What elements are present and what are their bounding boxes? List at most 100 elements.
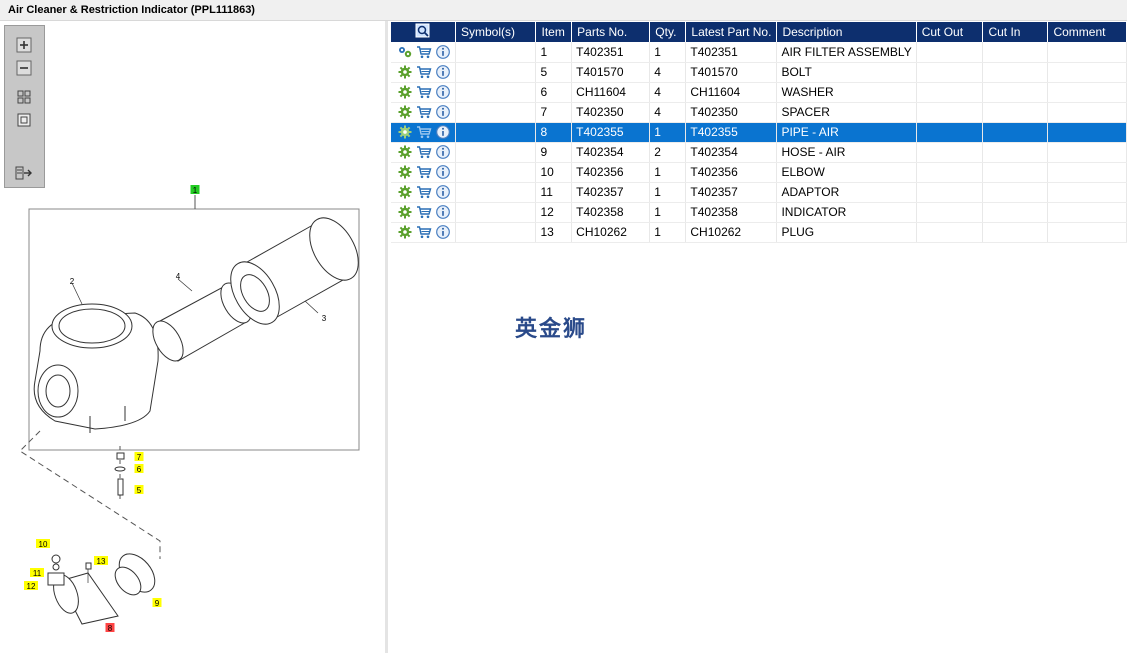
assembly-gear-icon[interactable] (397, 44, 413, 60)
parts-table-row[interactable]: 10 T402356 1 T402356 ELBOW (391, 162, 1127, 183)
cell-cut-in (982, 182, 1049, 203)
cell-description: ELBOW (776, 162, 917, 183)
parts-table-row[interactable]: 5 T401570 4 T401570 BOLT (391, 62, 1127, 83)
parts-table-row[interactable]: 9 T402354 2 T402354 HOSE - AIR (391, 142, 1127, 163)
zoom-in-icon[interactable] (14, 36, 34, 54)
callout-1[interactable]: 1 (190, 185, 200, 195)
cell-item: 11 (535, 182, 573, 203)
add-to-cart-icon[interactable] (416, 124, 432, 140)
info-icon[interactable] (435, 84, 451, 100)
parts-table-row[interactable]: 7 T402350 4 T402350 SPACER (391, 102, 1127, 123)
callout-6[interactable]: 6 (134, 464, 144, 474)
add-to-cart-icon[interactable] (416, 184, 432, 200)
gear-icon[interactable] (397, 124, 413, 140)
callout-13[interactable]: 13 (94, 556, 108, 566)
callout-10[interactable]: 10 (36, 539, 50, 549)
parts-table-row[interactable]: 12 T402358 1 T402358 INDICATOR (391, 202, 1127, 223)
info-icon[interactable] (435, 144, 451, 160)
exploded-parts-drawing[interactable]: 12345678910111213 (0, 21, 385, 653)
info-icon[interactable] (435, 124, 451, 140)
gear-icon[interactable] (397, 184, 413, 200)
parts-table-row[interactable]: 1 T402351 1 T402351 AIR FILTER ASSEMBLY (391, 42, 1127, 63)
callout-12[interactable]: 12 (24, 581, 38, 591)
gear-icon[interactable] (397, 104, 413, 120)
parts-table-row[interactable]: 8 T402355 1 T402355 PIPE - AIR (391, 122, 1127, 143)
column-cut-out[interactable]: Cut Out (916, 22, 984, 42)
zoom-out-icon[interactable] (14, 59, 34, 77)
parts-table-row[interactable]: 11 T402357 1 T402357 ADAPTOR (391, 182, 1127, 203)
column-description[interactable]: Description (776, 22, 917, 42)
cell-part-no: T401570 (571, 62, 651, 83)
cell-description: PLUG (776, 222, 917, 243)
callout-9[interactable]: 9 (152, 598, 162, 608)
callout-11[interactable]: 11 (30, 568, 44, 578)
gear-icon[interactable] (397, 144, 413, 160)
cell-cut-out (916, 62, 984, 83)
info-icon[interactable] (435, 44, 451, 60)
cell-qty: 1 (649, 222, 687, 243)
add-to-cart-icon[interactable] (416, 164, 432, 180)
fit-all-icon[interactable] (14, 88, 34, 106)
cell-part-no: T402358 (571, 202, 651, 223)
cell-part-no: T402350 (571, 102, 651, 123)
add-to-cart-icon[interactable] (416, 64, 432, 80)
column-symbols[interactable]: Symbol(s) (455, 22, 537, 42)
row-actions (391, 182, 456, 203)
find-column-header[interactable] (391, 22, 456, 42)
info-icon[interactable] (435, 204, 451, 220)
cell-description: WASHER (776, 82, 917, 103)
cell-symbols (455, 162, 537, 183)
drawing-panel[interactable]: 1 2 3 4 5 6 7 8 9 10 11 12 13 (0, 21, 388, 653)
gear-icon[interactable] (397, 164, 413, 180)
info-icon[interactable] (435, 224, 451, 240)
info-icon[interactable] (435, 104, 451, 120)
add-to-cart-icon[interactable] (416, 144, 432, 160)
gear-icon[interactable] (397, 224, 413, 240)
callout-7[interactable]: 7 (134, 452, 144, 462)
cell-description: BOLT (776, 62, 917, 83)
column-comment[interactable]: Comment (1047, 22, 1127, 42)
row-actions (391, 162, 456, 183)
column-cut-in[interactable]: Cut In (982, 22, 1049, 42)
cell-comment (1047, 122, 1127, 143)
parts-table-row[interactable]: 13 CH10262 1 CH10262 PLUG (391, 222, 1127, 243)
actual-size-icon[interactable] (14, 111, 34, 129)
cell-latest-part-no: T402354 (685, 142, 778, 163)
window-title-bar: Air Cleaner & Restriction Indicator (PPL… (0, 0, 1127, 21)
gear-icon[interactable] (397, 204, 413, 220)
column-item[interactable]: Item (535, 22, 573, 42)
cell-item: 5 (535, 62, 573, 83)
row-actions (391, 62, 456, 83)
column-qty[interactable]: Qty. (649, 22, 687, 42)
add-to-cart-icon[interactable] (416, 204, 432, 220)
column-parts-no[interactable]: Parts No. (571, 22, 651, 42)
callout-5[interactable]: 5 (134, 485, 144, 495)
cell-symbols (455, 182, 537, 203)
svg-text:12: 12 (27, 582, 36, 591)
magnifier-icon[interactable] (415, 23, 431, 39)
callout-3[interactable]: 3 (322, 314, 327, 323)
info-icon[interactable] (435, 64, 451, 80)
callout-2[interactable]: 2 (70, 277, 75, 286)
column-latest-part-no[interactable]: Latest Part No. (685, 22, 778, 42)
cell-latest-part-no: CH11604 (685, 82, 778, 103)
add-to-cart-icon[interactable] (416, 224, 432, 240)
callout-4[interactable]: 4 (176, 272, 181, 281)
cell-latest-part-no: T402355 (685, 122, 778, 143)
gear-icon[interactable] (397, 84, 413, 100)
cell-part-no: T402355 (571, 122, 651, 143)
cell-item: 10 (535, 162, 573, 183)
row-actions (391, 222, 456, 243)
parts-table: Symbol(s) Item Parts No. Qty. Latest Par… (391, 22, 1127, 243)
callout-8[interactable]: 8 (105, 623, 115, 633)
add-to-cart-icon[interactable] (416, 104, 432, 120)
export-icon[interactable] (14, 164, 34, 182)
gear-icon[interactable] (397, 64, 413, 80)
info-icon[interactable] (435, 184, 451, 200)
add-to-cart-icon[interactable] (416, 44, 432, 60)
add-to-cart-icon[interactable] (416, 84, 432, 100)
info-icon[interactable] (435, 164, 451, 180)
cell-cut-in (982, 62, 1049, 83)
parts-table-row[interactable]: 6 CH11604 4 CH11604 WASHER (391, 82, 1127, 103)
cell-qty: 1 (649, 122, 687, 143)
